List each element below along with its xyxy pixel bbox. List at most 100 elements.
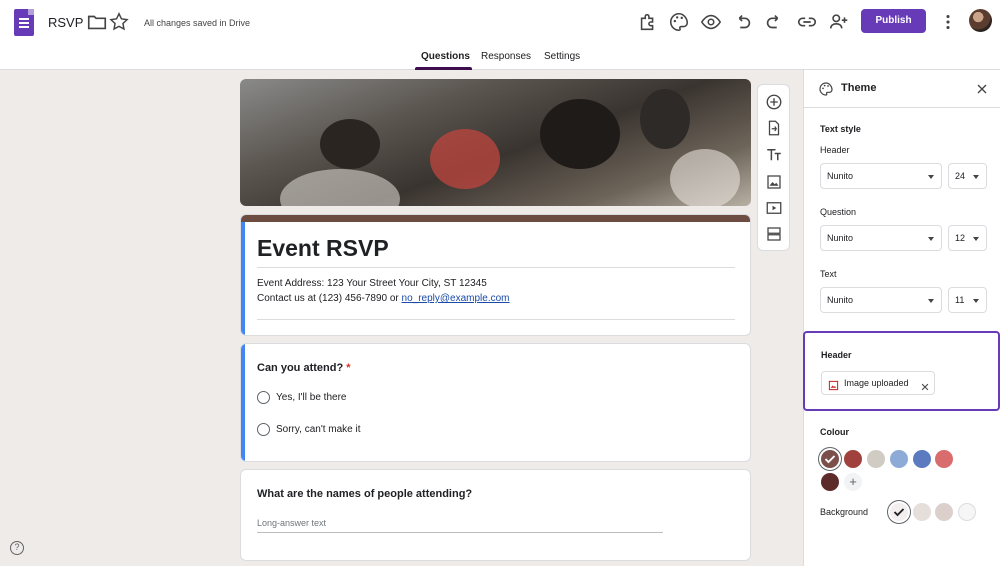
add-custom-colour-icon[interactable]: + bbox=[844, 473, 862, 491]
background-swatch[interactable] bbox=[913, 503, 931, 521]
long-answer-placeholder: Long-answer text bbox=[257, 518, 327, 528]
link-icon[interactable] bbox=[796, 11, 818, 33]
document-title[interactable]: RSVP bbox=[48, 15, 83, 30]
select-value: 11 bbox=[955, 295, 965, 305]
text-font-select[interactable]: Nunito bbox=[820, 287, 942, 313]
header-image-heading: Header bbox=[821, 350, 852, 360]
dropdown-caret-icon bbox=[973, 299, 979, 303]
import-questions-icon[interactable] bbox=[765, 119, 783, 137]
publish-button[interactable]: Publish bbox=[861, 9, 926, 33]
colour-swatch[interactable] bbox=[935, 450, 953, 468]
question-card[interactable]: What are the names of people attending? … bbox=[240, 469, 751, 561]
colour-swatch[interactable] bbox=[913, 450, 931, 468]
dropdown-caret-icon bbox=[928, 237, 934, 241]
theme-panel: Theme Text style Header Nunito 24 Questi… bbox=[803, 70, 1000, 566]
form-description[interactable]: Event Address: 123 Your Street Your City… bbox=[257, 276, 510, 306]
divider bbox=[257, 267, 735, 268]
colour-heading: Colour bbox=[820, 427, 849, 437]
header-image[interactable] bbox=[240, 79, 751, 206]
theme-panel-header: Theme bbox=[804, 70, 1000, 108]
theme-color-band bbox=[241, 215, 750, 222]
image-icon bbox=[828, 377, 839, 391]
text-size-select[interactable]: 11 bbox=[948, 287, 987, 313]
add-question-icon[interactable] bbox=[765, 93, 783, 111]
header-image-section[interactable]: Header Image uploaded bbox=[803, 331, 1000, 411]
select-value: Nunito bbox=[827, 171, 854, 181]
email-link[interactable]: no_reply@example.com bbox=[402, 293, 510, 304]
select-value: Nunito bbox=[827, 295, 854, 305]
image-uploaded-chip[interactable]: Image uploaded bbox=[821, 371, 935, 395]
form-title[interactable]: Event RSVP bbox=[257, 235, 389, 262]
dropdown-caret-icon bbox=[928, 175, 934, 179]
preview-eye-icon[interactable] bbox=[700, 11, 722, 33]
help-icon[interactable]: ? bbox=[10, 541, 24, 555]
select-value: 12 bbox=[955, 233, 966, 243]
chip-label: Image uploaded bbox=[844, 378, 909, 388]
theme-panel-title: Theme bbox=[841, 82, 877, 94]
required-asterisk: * bbox=[346, 362, 351, 374]
background-swatch[interactable] bbox=[935, 503, 953, 521]
background-swatch-selected[interactable] bbox=[890, 503, 908, 521]
question-font-label: Question bbox=[820, 207, 857, 217]
dropdown-caret-icon bbox=[973, 175, 979, 179]
description-line: Event Address: 123 Your Street Your City… bbox=[257, 278, 487, 289]
option-label: Sorry, can't make it bbox=[276, 424, 361, 435]
add-collaborator-icon[interactable] bbox=[828, 11, 850, 33]
remove-image-icon[interactable] bbox=[920, 378, 930, 391]
header-font-label: Header bbox=[820, 145, 850, 155]
radio-button[interactable] bbox=[257, 423, 270, 436]
focus-indicator bbox=[241, 344, 245, 461]
account-avatar[interactable] bbox=[969, 9, 992, 32]
star-icon[interactable] bbox=[108, 11, 130, 33]
top-bar: RSVP All changes saved in Drive Publish bbox=[0, 0, 1000, 46]
dropdown-caret-icon bbox=[928, 299, 934, 303]
header-font-select[interactable]: Nunito bbox=[820, 163, 942, 189]
question-title-text: Can you attend? bbox=[257, 362, 344, 374]
question-card[interactable]: Can you attend? * Yes, I'll be there Sor… bbox=[240, 343, 751, 462]
divider bbox=[257, 319, 735, 320]
close-icon[interactable] bbox=[974, 81, 990, 97]
undo-icon[interactable] bbox=[732, 11, 754, 33]
form-title-card[interactable]: Event RSVP Event Address: 123 Your Stree… bbox=[240, 214, 751, 336]
colour-swatch[interactable] bbox=[890, 450, 908, 468]
background-swatch[interactable] bbox=[958, 503, 976, 521]
tab-questions[interactable]: Questions bbox=[421, 51, 470, 62]
option-label: Yes, I'll be there bbox=[276, 392, 347, 403]
dropdown-caret-icon bbox=[973, 237, 979, 241]
add-image-icon[interactable] bbox=[765, 173, 783, 191]
description-line: Contact us at (123) 456-7890 or no_reply… bbox=[257, 291, 510, 306]
add-section-icon[interactable] bbox=[765, 225, 783, 243]
select-value: 24 bbox=[955, 171, 966, 181]
add-title-icon[interactable] bbox=[765, 146, 783, 164]
redo-icon[interactable] bbox=[763, 11, 785, 33]
forms-logo-icon[interactable] bbox=[14, 9, 34, 36]
description-text: Contact us at (123) 456-7890 or bbox=[257, 293, 402, 304]
form-tabs: Questions Responses Settings bbox=[0, 46, 1000, 70]
save-status: All changes saved in Drive bbox=[144, 18, 251, 28]
folder-icon[interactable] bbox=[86, 11, 108, 33]
floating-toolbar bbox=[757, 84, 790, 251]
text-font-label: Text bbox=[820, 269, 837, 279]
palette-icon bbox=[818, 81, 834, 97]
colour-swatch-selected[interactable] bbox=[821, 450, 839, 468]
add-video-icon[interactable] bbox=[765, 199, 783, 217]
question-title: What are the names of people attending? bbox=[257, 488, 473, 500]
colour-swatch[interactable] bbox=[821, 473, 839, 491]
answer-underline bbox=[257, 532, 663, 533]
more-vert-icon[interactable] bbox=[937, 11, 959, 33]
select-value: Nunito bbox=[827, 233, 854, 243]
question-font-select[interactable]: Nunito bbox=[820, 225, 942, 251]
header-size-select[interactable]: 24 bbox=[948, 163, 987, 189]
palette-icon[interactable] bbox=[668, 11, 690, 33]
background-label: Background bbox=[820, 507, 869, 517]
radio-button[interactable] bbox=[257, 391, 270, 404]
tab-settings[interactable]: Settings bbox=[544, 51, 580, 62]
focus-indicator bbox=[241, 222, 245, 335]
question-size-select[interactable]: 12 bbox=[948, 225, 987, 251]
tab-responses[interactable]: Responses bbox=[481, 51, 531, 62]
addons-puzzle-icon[interactable] bbox=[637, 11, 659, 33]
text-style-heading: Text style bbox=[820, 124, 861, 134]
colour-swatch[interactable] bbox=[844, 450, 862, 468]
question-title: Can you attend? * bbox=[257, 362, 351, 374]
colour-swatch[interactable] bbox=[867, 450, 885, 468]
